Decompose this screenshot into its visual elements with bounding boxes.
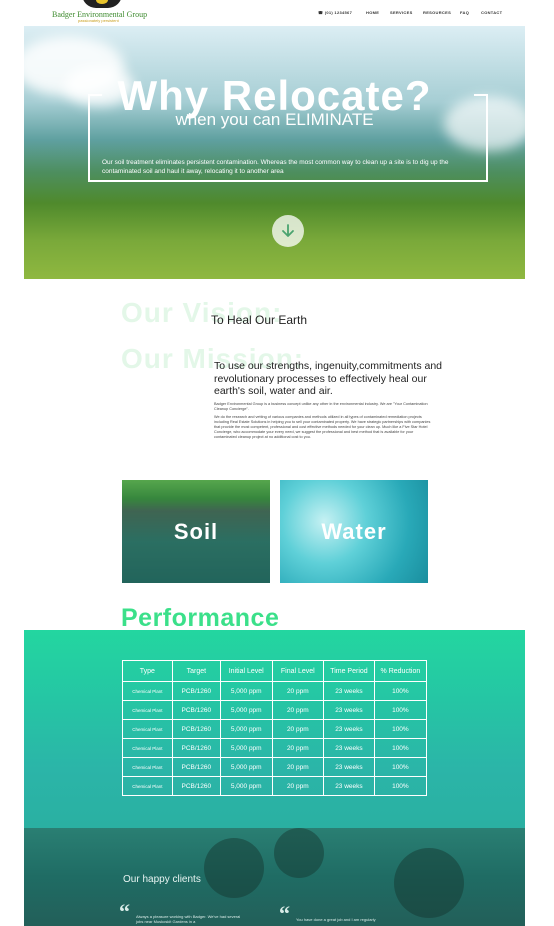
soil-tile[interactable]: Soil xyxy=(122,480,270,583)
table-header-row: Type Target Initial Level Final Level Ti… xyxy=(122,660,428,682)
table-cell: PCB/1260 xyxy=(171,700,221,720)
table-cell: 23 weeks xyxy=(323,719,375,739)
hero-body-text: Our soil treatment eliminates persistent… xyxy=(102,159,449,175)
table-row: Chemical Plant PCB/1260 5,000 ppm 20 ppm… xyxy=(122,757,428,777)
background-photo-figure xyxy=(274,828,324,878)
nav-services-link[interactable]: SERVICES xyxy=(390,10,413,15)
table-row: Chemical Plant PCB/1260 5,000 ppm 20 ppm… xyxy=(122,738,428,758)
table-cell: PCB/1260 xyxy=(171,757,221,777)
table-row: Chemical Plant PCB/1260 5,000 ppm 20 ppm… xyxy=(122,719,428,739)
table-cell: PCB/1260 xyxy=(171,719,221,739)
nav-faq-link[interactable]: FAQ xyxy=(460,10,469,15)
table-cell: 20 ppm xyxy=(271,776,325,796)
mission-paragraph-1: Badger Environmental Group is a business… xyxy=(214,402,428,411)
table-cell: 5,000 ppm xyxy=(219,719,273,739)
table-cell: PCB/1260 xyxy=(171,776,221,796)
mission-text: To use our strengths, ingenuity,commitme… xyxy=(214,360,443,397)
column-header: Final Level xyxy=(271,660,325,682)
arrow-down-icon xyxy=(282,224,294,237)
clients-section: Our happy clients “ Always a pleasure wo… xyxy=(24,828,525,926)
table-cell: 23 weeks xyxy=(323,738,375,758)
table-cell: 23 weeks xyxy=(323,776,375,796)
table-cell: PCB/1260 xyxy=(171,681,221,701)
table-cell: 20 ppm xyxy=(271,719,325,739)
table-cell: 20 ppm xyxy=(271,681,325,701)
client-quote: You have done a great job and I am regul… xyxy=(296,917,376,922)
table-cell: Chemical Plant xyxy=(122,700,173,720)
table-cell: 5,000 ppm xyxy=(219,681,273,701)
hero-subtitle: when you can ELIMINATE xyxy=(175,110,374,129)
background-photo-figure xyxy=(204,838,264,898)
scroll-down-button[interactable] xyxy=(272,215,304,247)
nav-contact-link[interactable]: CONTACT xyxy=(481,10,502,15)
clients-title: Our happy clients xyxy=(123,874,201,885)
table-cell: 23 weeks xyxy=(323,757,375,777)
table-row: Chemical Plant PCB/1260 5,000 ppm 20 ppm… xyxy=(122,776,428,796)
table-cell: 20 ppm xyxy=(271,757,325,777)
badger-logo-icon[interactable] xyxy=(82,0,122,8)
page: Badger Environmental Group passionately … xyxy=(0,0,554,926)
table-cell: Chemical Plant xyxy=(122,776,173,796)
table-cell: 5,000 ppm xyxy=(219,757,273,777)
quote-icon: “ xyxy=(279,901,290,926)
table-cell: 23 weeks xyxy=(323,700,375,720)
table-cell: 100% xyxy=(373,719,428,739)
table-cell: Chemical Plant xyxy=(122,681,173,701)
table-cell: 20 ppm xyxy=(271,738,325,758)
table-cell: 5,000 ppm xyxy=(219,776,273,796)
site-header: Badger Environmental Group passionately … xyxy=(0,0,554,26)
table-cell: 20 ppm xyxy=(271,700,325,720)
table-cell: 100% xyxy=(373,757,428,777)
background-photo-figure xyxy=(394,848,464,918)
performance-title: Performance xyxy=(121,604,280,632)
table-cell: Chemical Plant xyxy=(122,738,173,758)
hero-section: Why Relocate? when you can ELIMINATE Our… xyxy=(24,26,525,279)
column-header: Time Period xyxy=(323,660,375,682)
column-header: Type xyxy=(122,660,173,682)
table-cell: 100% xyxy=(373,738,428,758)
table-cell: 100% xyxy=(373,776,428,796)
table-cell: PCB/1260 xyxy=(171,738,221,758)
logo-tagline: passionately persistent xyxy=(78,18,119,23)
performance-table: Type Target Initial Level Final Level Ti… xyxy=(122,660,428,796)
column-header: Initial Level xyxy=(219,660,273,682)
table-cell: 5,000 ppm xyxy=(219,700,273,720)
water-tile[interactable]: Water xyxy=(280,480,428,583)
soil-tile-label: Soil xyxy=(173,518,219,544)
client-quote: Always a pleasure working with Badger. W… xyxy=(136,914,241,924)
nav-phone-link[interactable]: ☎ (01) 1234567 xyxy=(318,10,352,15)
nav-home-link[interactable]: HOME xyxy=(366,10,379,15)
column-header: Target xyxy=(171,660,221,682)
vision-text: To Heal Our Earth xyxy=(211,313,308,327)
table-cell: Chemical Plant xyxy=(122,757,173,777)
table-cell: Chemical Plant xyxy=(122,719,173,739)
table-row: Chemical Plant PCB/1260 5,000 ppm 20 ppm… xyxy=(122,681,428,701)
mission-paragraph-2: We do the research and vetting of variou… xyxy=(214,415,431,439)
column-header: % Reduction xyxy=(373,660,428,682)
nav-resources-link[interactable]: RESOURCES xyxy=(423,10,451,15)
table-cell: 100% xyxy=(373,681,428,701)
table-row: Chemical Plant PCB/1260 5,000 ppm 20 ppm… xyxy=(122,700,428,720)
table-cell: 5,000 ppm xyxy=(219,738,273,758)
mission-description: Badger Environmental Group is a business… xyxy=(214,402,434,440)
quote-icon: “ xyxy=(119,899,130,924)
table-cell: 23 weeks xyxy=(323,681,375,701)
water-tile-label: Water xyxy=(321,518,387,544)
table-cell: 100% xyxy=(373,700,428,720)
